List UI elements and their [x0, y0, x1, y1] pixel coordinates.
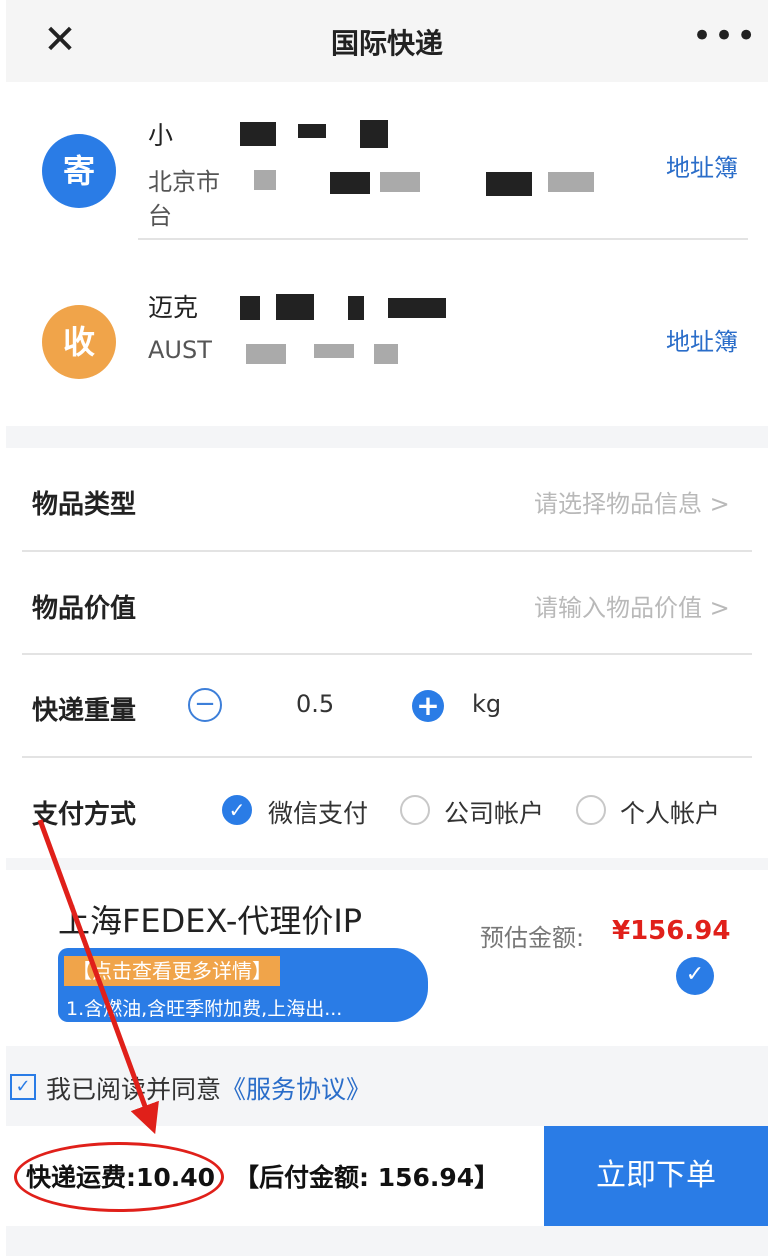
annotation-arrow: [37, 819, 159, 1135]
annotation-ellipse: [14, 1142, 224, 1212]
